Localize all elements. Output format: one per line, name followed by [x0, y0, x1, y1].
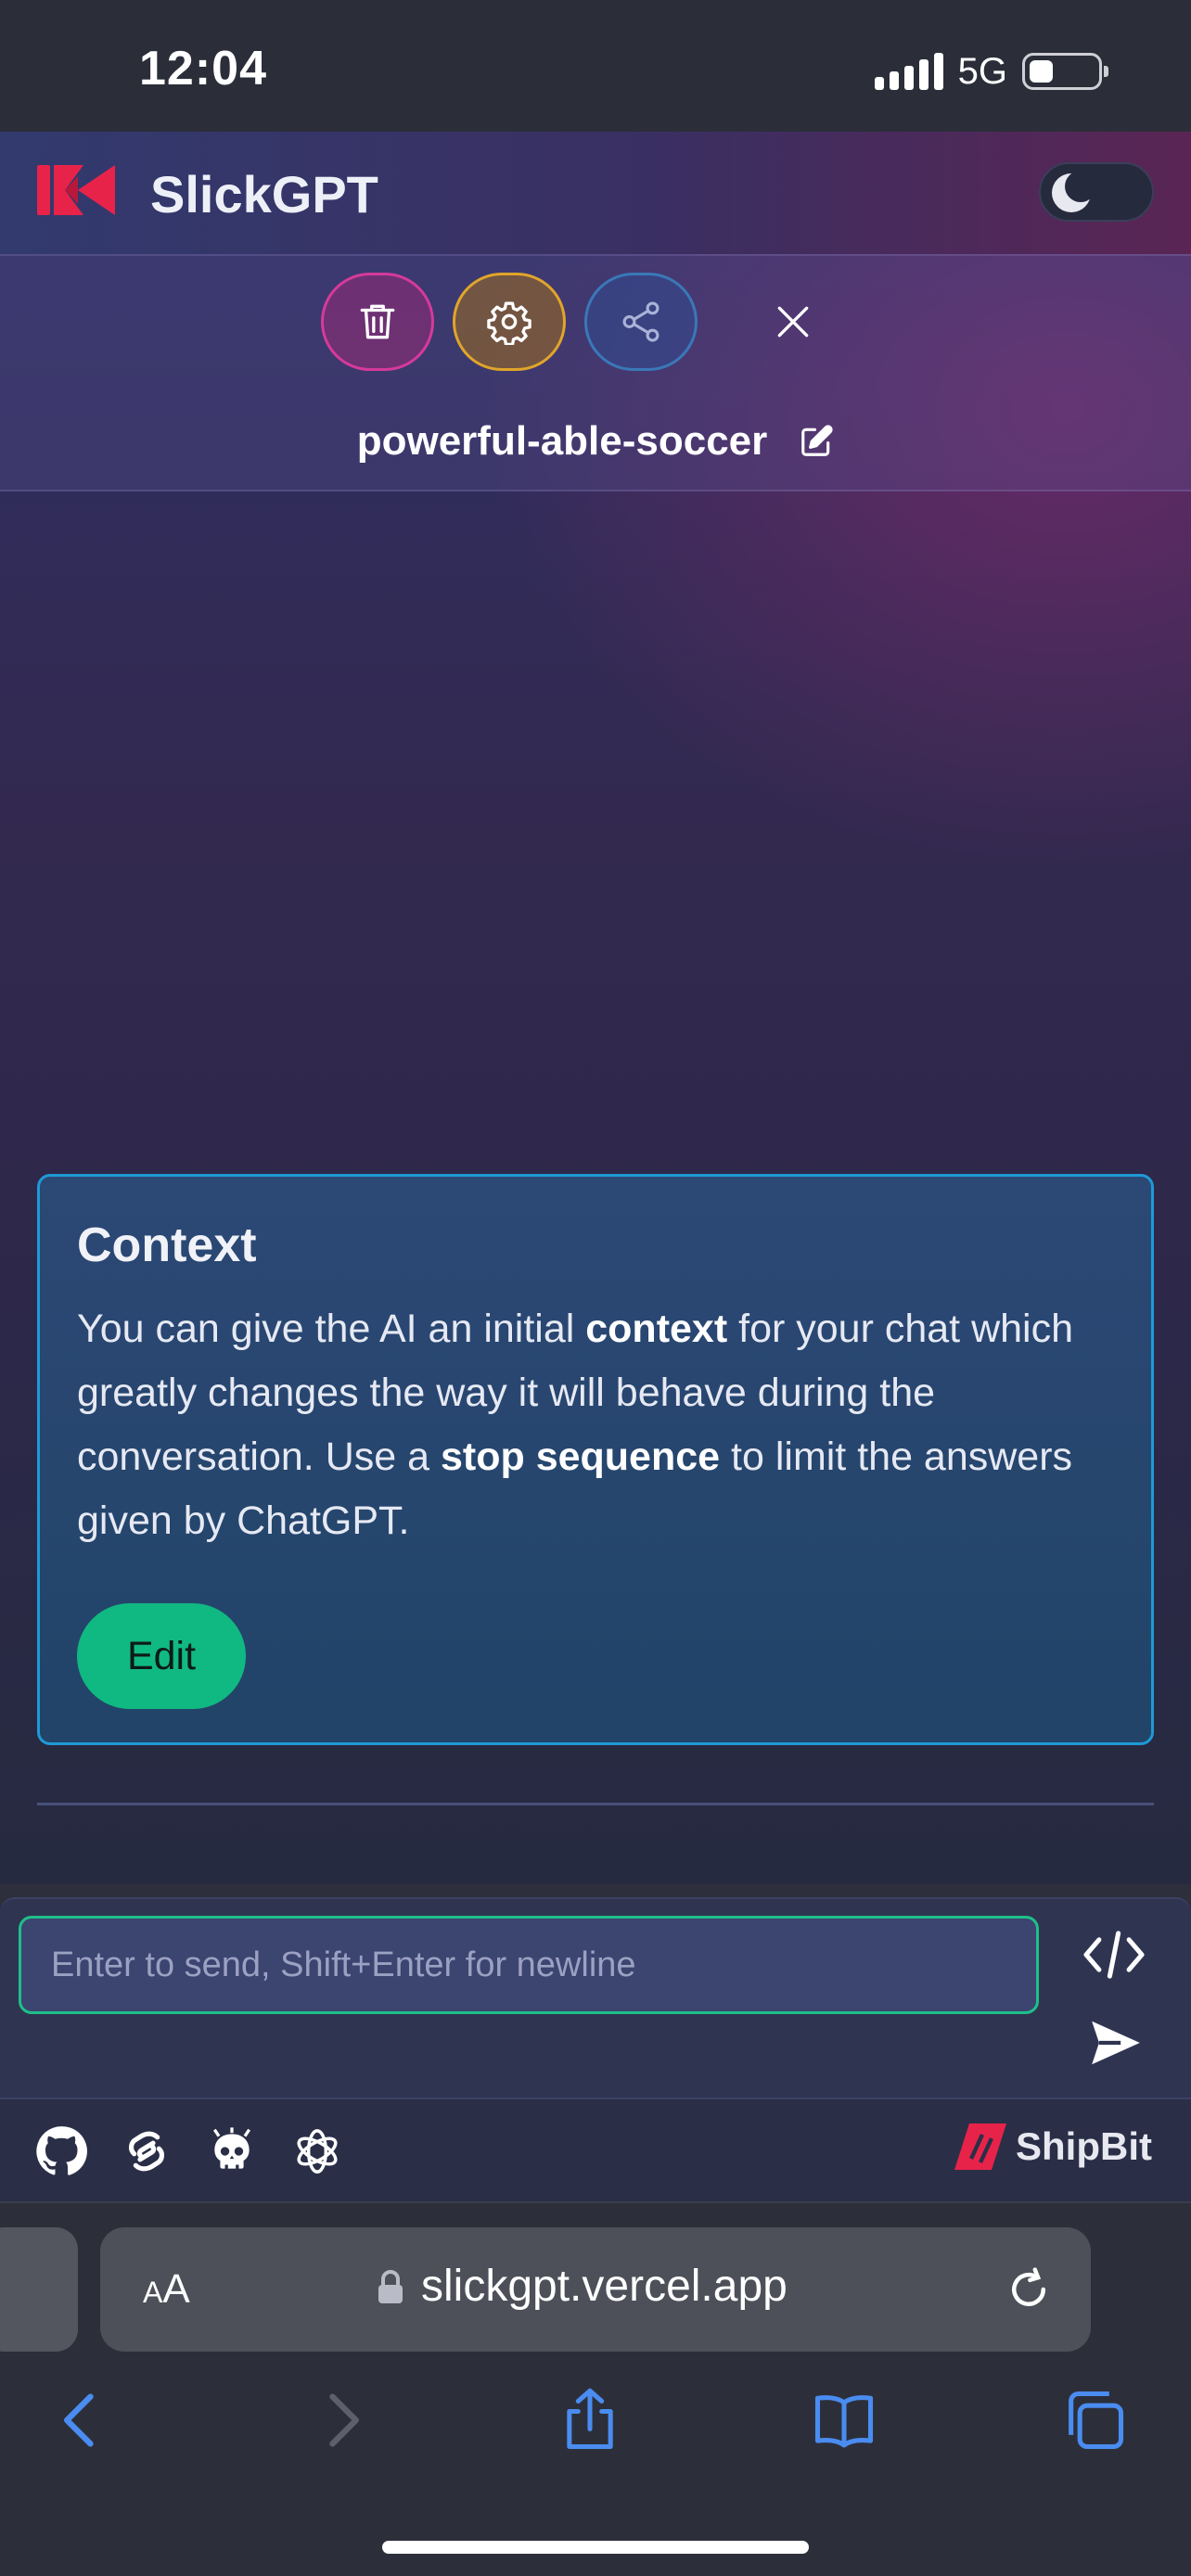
- openai-icon[interactable]: [291, 2125, 343, 2177]
- theme-toggle[interactable]: [1039, 162, 1154, 222]
- shipbit-logo: [954, 2123, 1007, 2170]
- context-title: Context: [77, 1218, 257, 1272]
- status-indicators: 5G: [874, 48, 1108, 95]
- context-card: Context You can give the AI an initial c…: [37, 1174, 1154, 1745]
- context-keyword: context: [585, 1307, 728, 1351]
- tabs-icon[interactable]: [1059, 2385, 1130, 2455]
- chat-settings-button[interactable]: [453, 273, 566, 371]
- gear-icon: [487, 301, 531, 345]
- share-sheet-icon[interactable]: [555, 2385, 625, 2455]
- bookmarks-icon[interactable]: [809, 2385, 879, 2455]
- status-time: 12:04: [139, 42, 267, 96]
- back-icon[interactable]: [46, 2385, 117, 2455]
- moon-icon: [1052, 172, 1093, 212]
- battery-icon: [1022, 53, 1108, 90]
- edit-context-button[interactable]: Edit: [77, 1603, 246, 1709]
- chat-toolbar: powerful-able-soccer: [0, 254, 1191, 491]
- context-text-1: You can give the AI an initial: [77, 1307, 586, 1351]
- slickgpt-logo[interactable]: [37, 159, 115, 221]
- github-icon[interactable]: [35, 2125, 87, 2177]
- code-icon[interactable]: [1082, 1927, 1146, 1983]
- chat-title: powerful-able-soccer: [356, 418, 768, 464]
- trash-icon: [360, 304, 395, 339]
- chat-title-row: powerful-able-soccer: [0, 414, 1191, 469]
- shipbit-link[interactable]: ShipBit: [954, 2123, 1152, 2170]
- status-bar: 12:04 5G: [0, 0, 1191, 132]
- skull-icon[interactable]: [206, 2125, 258, 2177]
- browser-chrome: AA slickgpt.vercel.app: [0, 2201, 1191, 2576]
- network-type: 5G: [957, 50, 1007, 92]
- forward-icon[interactable]: [306, 2385, 377, 2455]
- delete-chat-button[interactable]: [321, 273, 434, 371]
- svelte-icon[interactable]: [121, 2125, 173, 2177]
- reload-icon[interactable]: [1004, 2264, 1054, 2315]
- battery-level: [1030, 60, 1053, 83]
- context-description: You can give the AI an initial context f…: [77, 1297, 1120, 1553]
- divider: [37, 1803, 1154, 1805]
- footer-links: ShipBit: [0, 2099, 1191, 2201]
- close-icon: [777, 306, 809, 338]
- app-title: SlickGPT: [150, 165, 378, 223]
- url-display[interactable]: slickgpt.vercel.app: [377, 2261, 788, 2312]
- edit-icon[interactable]: [799, 424, 834, 459]
- message-input[interactable]: [19, 1916, 1039, 2014]
- browser-toolbar: [0, 2385, 1191, 2478]
- home-indicator: [382, 2541, 809, 2554]
- message-composer: [0, 1897, 1191, 2099]
- lock-icon: [378, 2269, 403, 2303]
- send-icon[interactable]: [1087, 2014, 1145, 2072]
- text-size-big: A: [162, 2266, 190, 2312]
- shipbit-label: ShipBit: [1016, 2124, 1152, 2168]
- screen: 12:04 5G SlickGPT powerful-able-soccer C…: [0, 0, 1191, 2576]
- signal-icon: [874, 53, 943, 90]
- share-chat-button[interactable]: [584, 273, 698, 371]
- text-size-small: A: [143, 2276, 163, 2309]
- text-size-button[interactable]: AA: [143, 2266, 190, 2313]
- url-text: slickgpt.vercel.app: [421, 2262, 788, 2311]
- stop-sequence-keyword: stop sequence: [440, 1435, 721, 1479]
- address-bar[interactable]: AA slickgpt.vercel.app: [100, 2227, 1091, 2352]
- app-header: SlickGPT: [0, 132, 1191, 254]
- share-icon: [622, 301, 660, 342]
- previous-tab[interactable]: [0, 2227, 78, 2352]
- close-chat-button[interactable]: [761, 289, 826, 354]
